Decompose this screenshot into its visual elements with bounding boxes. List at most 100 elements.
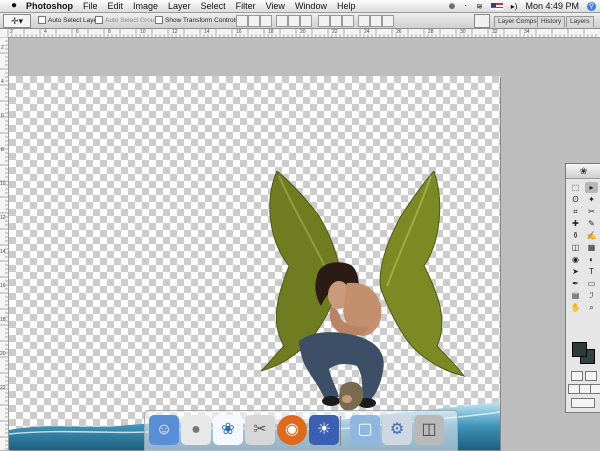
align-hcenter-icon[interactable] [288, 15, 300, 27]
jump-to-imageready-icon[interactable] [571, 398, 595, 408]
ruler-label: 28 [428, 29, 434, 35]
crop-tool[interactable]: ⌗ [569, 206, 582, 217]
align-vcenter-icon[interactable] [248, 15, 260, 27]
apple-icon[interactable]: ● [181, 415, 211, 445]
eyedropper-tool[interactable]: ℐ [585, 290, 598, 301]
move-tool-icon: ✛▾ [10, 16, 24, 26]
align-top-icon[interactable] [236, 15, 248, 27]
notes-tool[interactable]: ▤ [569, 290, 582, 301]
menu-help[interactable]: Help [337, 1, 356, 11]
ruler-label: 22 [0, 385, 6, 391]
horizontal-ruler[interactable]: 2 4 6 8 10 12 14 16 18 20 22 24 26 28 30… [0, 29, 600, 38]
spotlight-icon[interactable]: ⚲ [587, 1, 596, 11]
screen-icon[interactable]: ▢ [350, 415, 380, 445]
checkbox-box [95, 16, 103, 24]
distribute-vcenter-icon[interactable] [330, 15, 342, 27]
foreground-color-swatch[interactable] [572, 342, 587, 357]
volume-icon[interactable]: ▸) [511, 2, 518, 11]
menu-select[interactable]: Select [201, 1, 226, 11]
bluetooth-icon[interactable]: ᛫ [463, 2, 468, 11]
brush-tool[interactable]: ✎ [585, 218, 598, 229]
ruler-label: 2 [10, 29, 13, 35]
toolbox-palette: ❀ ⬚ ▸ ʘ ✦ ⌗ ✂ ✚ ✎ ⚱ ✍ ◫ ▦ ◉ ◐ ➤ T ✒ ▭ ▤ ℐ ✋ ⌕ [565, 163, 600, 413]
hand-tool[interactable]: ✋ [569, 302, 582, 313]
auto-select-layer-checkbox[interactable]: Auto Select Layer [38, 16, 99, 24]
blur-tool[interactable]: ◉ [569, 254, 582, 265]
pen-tool[interactable]: ✒ [569, 278, 582, 289]
healing-brush-tool[interactable]: ✚ [569, 218, 582, 229]
dashboard-icon[interactable]: ☀ [309, 415, 339, 445]
ruler-label: 4 [44, 29, 47, 35]
move-tool[interactable]: ▸ [585, 182, 598, 193]
auto-select-groups-checkbox[interactable]: Auto Select Groups [95, 16, 161, 24]
palette-toggle-button[interactable] [474, 14, 490, 28]
us-flag-icon[interactable] [490, 2, 503, 10]
show-transform-controls-checkbox[interactable]: Show Transform Controls [155, 16, 238, 24]
tool-preset-picker[interactable]: ✛▾ [3, 14, 31, 28]
magic-wand-tool[interactable]: ✦ [585, 194, 598, 205]
distribute-left-icon[interactable] [358, 15, 370, 27]
dodge-tool[interactable]: ◐ [585, 254, 598, 265]
standard-mode-icon[interactable] [571, 371, 583, 381]
distribute-bottom-icon[interactable] [342, 15, 354, 27]
apple-menu-icon[interactable]: ● [8, 0, 20, 12]
show-transform-controls-label: Show Transform Controls [165, 16, 239, 24]
menubar-clock[interactable]: Mon 4:49 PM [525, 1, 579, 11]
tab-layers[interactable]: Layers [566, 16, 594, 27]
history-brush-tool[interactable]: ✍ [585, 230, 598, 241]
menu-layer[interactable]: Layer [168, 1, 191, 11]
preview-icon[interactable]: ✂ [245, 415, 275, 445]
finder-icon[interactable]: ☺ [149, 415, 179, 445]
shape-tool[interactable]: ▭ [585, 278, 598, 289]
checkbox-box [155, 16, 163, 24]
distribute-hcenter-icon[interactable] [370, 15, 382, 27]
wifi-icon[interactable]: ≋ [476, 2, 483, 11]
menu-image[interactable]: Image [133, 1, 158, 11]
script-icon[interactable]: ❁ [449, 2, 456, 11]
screen-mode-full-icon[interactable] [590, 384, 600, 394]
feather-app-icon[interactable]: ❀ [213, 415, 243, 445]
zoom-tool[interactable]: ⌕ [585, 302, 598, 313]
tool-grid: ⬚ ▸ ʘ ✦ ⌗ ✂ ✚ ✎ ⚱ ✍ ◫ ▦ ◉ ◐ ➤ T ✒ ▭ ▤ ℐ ✋ ⌕ [566, 179, 600, 316]
auto-select-groups-label: Auto Select Groups [105, 16, 162, 24]
toolbox-header[interactable]: ❀ [566, 164, 600, 179]
dock: ☺ ● ❀ ✂ ◉ ☀ ▢ ⚙ ◫ [144, 410, 458, 451]
align-bottom-icon[interactable] [260, 15, 272, 27]
ruler-label: 26 [396, 29, 402, 35]
options-bar: ✛▾ Auto Select Layer Auto Select Groups … [0, 13, 600, 29]
tab-history[interactable]: History [537, 16, 566, 27]
eraser-tool[interactable]: ◫ [569, 242, 582, 253]
ruler-label: 24 [364, 29, 370, 35]
lasso-tool[interactable]: ʘ [569, 194, 582, 205]
type-tool[interactable]: T [585, 266, 598, 277]
path-selection-tool[interactable]: ➤ [569, 266, 582, 277]
ruler-label: 10 [140, 29, 146, 35]
slice-tool[interactable]: ✂ [585, 206, 598, 217]
clone-stamp-tool[interactable]: ⚱ [569, 230, 582, 241]
ruler-label: 18 [268, 29, 274, 35]
gradient-tool[interactable]: ▦ [585, 242, 598, 253]
menu-window[interactable]: Window [295, 1, 327, 11]
app-menu[interactable]: Photoshop [26, 1, 73, 11]
ruler-label: 14 [0, 249, 6, 255]
system-prefs-icon[interactable]: ⚙ [382, 415, 412, 445]
quick-mask-mode-icon[interactable] [585, 371, 597, 381]
tab-layer-comps[interactable]: Layer Comps [494, 16, 541, 27]
ruler-label: 16 [0, 283, 6, 289]
menu-filter[interactable]: Filter [236, 1, 256, 11]
menu-bar: ● Photoshop File Edit Image Layer Select… [0, 0, 600, 13]
ruler-label: 8 [108, 29, 111, 35]
distribute-top-icon[interactable] [318, 15, 330, 27]
menu-edit[interactable]: Edit [108, 1, 124, 11]
menu-view[interactable]: View [266, 1, 285, 11]
vertical-ruler[interactable]: 2 4 6 8 10 12 14 16 18 20 22 [0, 37, 9, 450]
document-canvas[interactable] [9, 76, 500, 450]
menu-file[interactable]: File [83, 1, 98, 11]
align-right-icon[interactable] [300, 15, 312, 27]
marquee-tool[interactable]: ⬚ [569, 182, 582, 193]
firefox-icon[interactable]: ◉ [277, 415, 307, 445]
ruler-label: 18 [0, 317, 6, 323]
trash-icon[interactable]: ◫ [414, 415, 444, 445]
distribute-right-icon[interactable] [382, 15, 394, 27]
align-left-icon[interactable] [276, 15, 288, 27]
